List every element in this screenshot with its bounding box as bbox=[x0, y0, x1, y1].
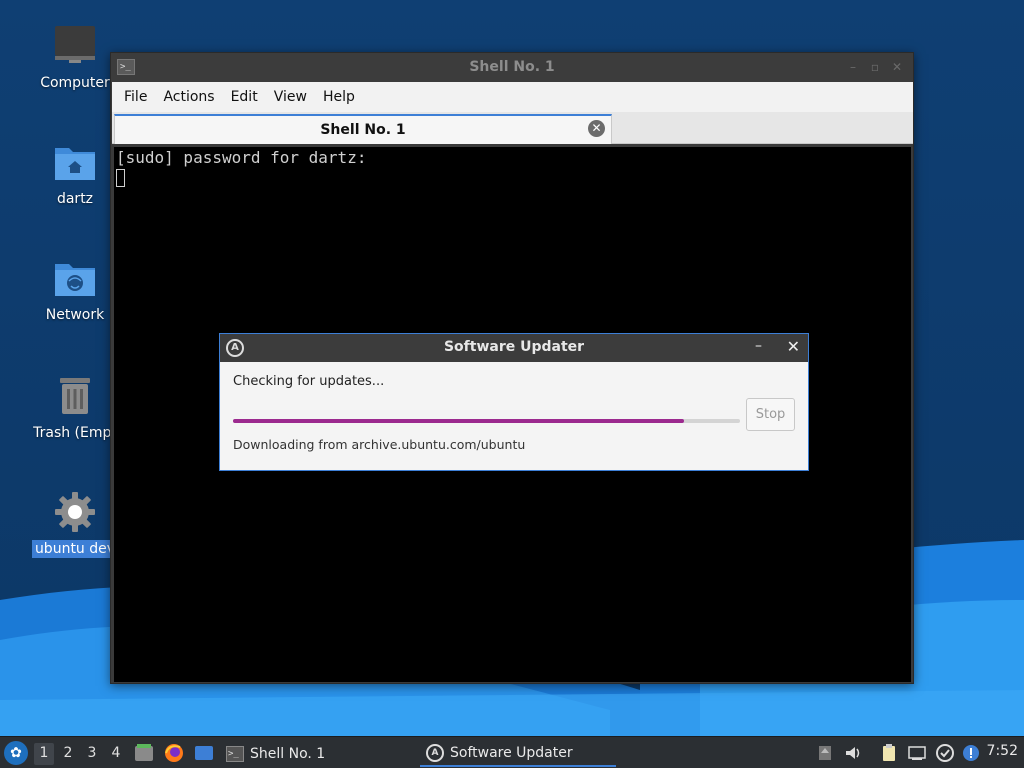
terminal-icon: >_ bbox=[226, 746, 244, 762]
menu-file[interactable]: File bbox=[116, 85, 155, 109]
menu-edit[interactable]: Edit bbox=[223, 85, 266, 109]
taskbar-task-terminal[interactable]: >_ Shell No. 1 bbox=[226, 741, 325, 767]
clipboard-icon[interactable] bbox=[879, 743, 899, 763]
network-connection-icon[interactable] bbox=[907, 743, 927, 763]
task-label: Software Updater bbox=[450, 745, 573, 761]
minimize-button[interactable]: – bbox=[755, 338, 762, 354]
dialog-titlebar[interactable]: A Software Updater – ✕ bbox=[220, 334, 808, 362]
terminal-cursor bbox=[116, 169, 125, 187]
desktop-show-launcher-icon[interactable] bbox=[193, 742, 215, 764]
dialog-title: Software Updater bbox=[443, 339, 585, 355]
home-folder-icon bbox=[55, 148, 95, 180]
status-text: Checking for updates... bbox=[233, 374, 385, 389]
window-title: Shell No. 1 bbox=[469, 59, 555, 75]
terminal-titlebar[interactable]: >_ Shell No. 1 – ▫ ✕ bbox=[111, 53, 913, 82]
desktop-icon-computer[interactable]: Computer bbox=[30, 22, 120, 92]
menu-help[interactable]: Help bbox=[315, 85, 363, 109]
settings-gear-icon bbox=[55, 492, 95, 532]
desktop-icon-dartz[interactable]: dartz bbox=[30, 138, 120, 208]
tab-shell-1[interactable]: Shell No. 1 ✕ bbox=[114, 114, 612, 144]
alert-icon[interactable] bbox=[961, 743, 981, 763]
workspace-4[interactable]: 4 bbox=[106, 743, 126, 765]
desktop-icon-network[interactable]: Network bbox=[30, 254, 120, 324]
trash-icon bbox=[60, 378, 90, 414]
minimize-button[interactable]: – bbox=[845, 59, 861, 75]
workspace-1[interactable]: 1 bbox=[34, 743, 54, 765]
progress-bar bbox=[233, 419, 740, 423]
software-updater-dialog[interactable]: A Software Updater – ✕ Checking for upda… bbox=[219, 333, 809, 471]
desktop-icon-label: Computer bbox=[40, 75, 110, 91]
start-menu-button[interactable]: ✿ bbox=[4, 741, 28, 765]
terminal-line: [sudo] password for dartz: bbox=[116, 148, 367, 167]
notification-area-icon[interactable] bbox=[815, 743, 835, 763]
workspace-3[interactable]: 3 bbox=[82, 743, 102, 765]
file-manager-launcher-icon[interactable] bbox=[133, 742, 155, 764]
updater-icon: A bbox=[426, 744, 444, 762]
workspace-2[interactable]: 2 bbox=[58, 743, 78, 765]
download-source-text: Downloading from archive.ubuntu.com/ubun… bbox=[233, 437, 526, 452]
network-folder-icon bbox=[55, 264, 95, 296]
menu-view[interactable]: View bbox=[266, 85, 315, 109]
tab-label: Shell No. 1 bbox=[320, 122, 406, 138]
desktop-icon-label: ubuntu dev bbox=[31, 540, 119, 558]
tab-close-icon[interactable]: ✕ bbox=[588, 120, 605, 137]
desktop-icon-label: Network bbox=[45, 307, 105, 323]
update-notifier-icon[interactable] bbox=[935, 743, 955, 763]
desktop-icon-ubuntu-dev[interactable]: ubuntu dev bbox=[30, 488, 120, 558]
volume-icon[interactable] bbox=[843, 743, 863, 763]
desktop-icon-label: dartz bbox=[56, 191, 94, 207]
maximize-button[interactable]: ▫ bbox=[867, 59, 883, 75]
clock[interactable]: 7:52 bbox=[987, 743, 1018, 759]
progress-fill bbox=[233, 419, 685, 423]
task-label: Shell No. 1 bbox=[250, 746, 326, 762]
stop-button[interactable]: Stop bbox=[746, 398, 795, 431]
taskbar: ✿ 1 2 3 4 >_ Shell No. 1 A Software Upda… bbox=[0, 736, 1024, 768]
menubar: File Actions Edit View Help bbox=[112, 82, 913, 112]
desktop-icon-trash[interactable]: Trash (Empt bbox=[30, 372, 120, 442]
menu-actions[interactable]: Actions bbox=[155, 85, 222, 109]
close-button[interactable]: ✕ bbox=[889, 59, 905, 75]
tab-bar: Shell No. 1 ✕ bbox=[112, 112, 913, 144]
taskbar-task-software-updater[interactable]: A Software Updater bbox=[420, 741, 616, 767]
close-button[interactable]: ✕ bbox=[787, 337, 800, 356]
desktop-icon-label: Trash (Empt bbox=[33, 425, 117, 441]
computer-icon bbox=[55, 26, 95, 63]
firefox-launcher-icon[interactable] bbox=[163, 742, 185, 764]
